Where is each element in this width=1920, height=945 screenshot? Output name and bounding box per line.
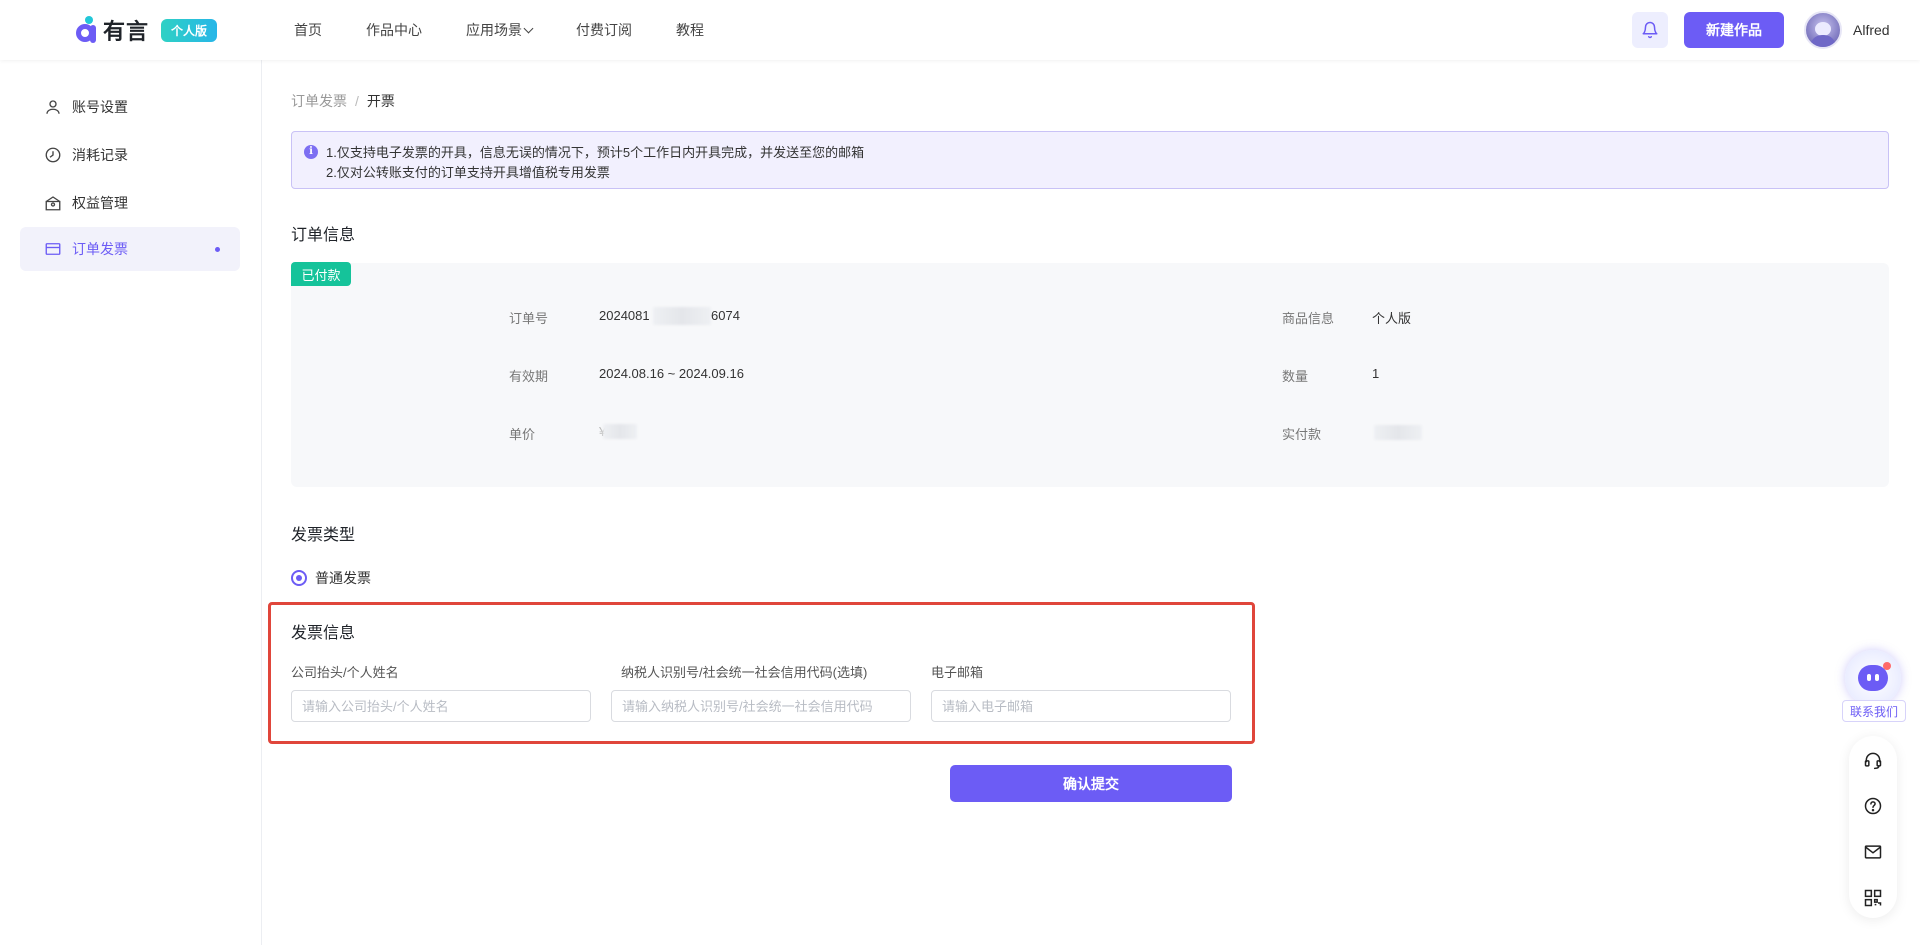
active-indicator <box>215 247 220 252</box>
nav-scenarios-label: 应用场景 <box>466 22 522 38</box>
nav-works[interactable]: 作品中心 <box>366 20 422 40</box>
order-no-prefix: 2024081 <box>599 308 650 323</box>
sidebar-item-label: 消耗记录 <box>72 147 128 163</box>
quantity-label: 数量 <box>1282 369 1309 384</box>
info-icon: i <box>304 145 318 159</box>
nav-tutorial[interactable]: 教程 <box>676 20 704 40</box>
radio-selected-icon[interactable] <box>291 570 307 586</box>
invoice-type-title: 发票类型 <box>291 527 356 544</box>
top-header: 有言 个人版 首页 作品中心 应用场景 付费订阅 教程 新建作品 Alfred <box>0 0 1920 60</box>
quantity-value: 1 <box>1372 366 1380 381</box>
notice-alert: i 1.仅支持电子发票的开具，信息无误的情况下，预计5个工作日内开具完成，并发送… <box>291 131 1889 189</box>
redacted-order-no <box>653 307 711 325</box>
company-input[interactable] <box>291 690 591 722</box>
invoice-type-option[interactable]: 普通发票 <box>291 568 371 588</box>
company-label: 公司抬头/个人姓名 <box>291 665 399 680</box>
nav-home[interactable]: 首页 <box>294 20 322 40</box>
product-value: 个人版 <box>1372 311 1412 326</box>
nav-subscription[interactable]: 付费订阅 <box>576 20 632 40</box>
notification-button[interactable] <box>1632 12 1668 48</box>
logo[interactable]: 有言 个人版 <box>75 14 218 46</box>
sidebar-item-invoices[interactable]: 订单发票 <box>20 227 240 271</box>
notice-line-2: 2.仅对公转账支付的订单支持开具增值税专用发票 <box>326 165 610 180</box>
sidebar-item-label: 账号设置 <box>72 99 128 115</box>
sidebar-item-label: 订单发票 <box>72 241 128 257</box>
nav-scenarios[interactable]: 应用场景 <box>466 20 534 40</box>
sidebar-item-label: 权益管理 <box>72 195 128 211</box>
order-info-card: 订单号 2024081 6074 有效期 2024.08.16 ~ 2024.0… <box>291 263 1889 487</box>
bell-icon <box>1642 21 1658 39</box>
breadcrumb-current: 开票 <box>366 93 395 109</box>
email-label: 电子邮箱 <box>931 665 984 680</box>
status-badge: 已付款 <box>291 262 351 286</box>
validity-value: 2024.08.16 ~ 2024.09.16 <box>599 366 744 381</box>
username[interactable]: Alfred <box>1853 22 1890 38</box>
sidebar-item-account[interactable]: 账号设置 <box>20 85 240 129</box>
qr-code-icon[interactable] <box>1863 888 1883 908</box>
redacted-unit-price <box>603 424 637 439</box>
contact-us-label[interactable]: 联系我们 <box>1842 700 1906 722</box>
order-no-suffix: 6074 <box>711 308 740 323</box>
main-nav: 首页 作品中心 应用场景 付费订阅 教程 <box>294 0 748 60</box>
tool-rail <box>1849 736 1897 918</box>
breadcrumb-parent[interactable]: 订单发票 <box>291 93 347 109</box>
product-label: 商品信息 <box>1282 311 1335 326</box>
breadcrumb: 订单发票 / 开票 <box>291 91 395 111</box>
user-icon <box>44 98 62 116</box>
clock-icon <box>44 146 62 164</box>
tax-id-input[interactable] <box>611 690 911 722</box>
gift-box-icon <box>44 194 62 212</box>
email-input[interactable] <box>931 690 1231 722</box>
tax-id-label: 纳税人识别号/社会统一社会信用代码(选填) <box>621 665 868 680</box>
order-no-label: 订单号 <box>509 311 549 326</box>
logo-text: 有言 <box>103 19 150 44</box>
sidebar-item-benefits[interactable]: 权益管理 <box>20 181 240 225</box>
order-section-title: 订单信息 <box>291 227 356 244</box>
notice-line-1: 1.仅支持电子发票的开具，信息无误的情况下，预计5个工作日内开具完成，并发送至您… <box>326 145 865 160</box>
mail-icon[interactable] <box>1863 842 1883 862</box>
contact-bot-button[interactable] <box>1845 650 1901 706</box>
logo-mark-icon <box>75 15 99 45</box>
redacted-paid-amount <box>1374 425 1422 440</box>
unit-price-label: 单价 <box>509 427 536 442</box>
card-icon <box>44 240 62 258</box>
validity-label: 有效期 <box>509 369 549 384</box>
new-work-button[interactable]: 新建作品 <box>1684 12 1784 48</box>
robot-icon <box>1858 662 1891 691</box>
invoice-type-label: 普通发票 <box>315 570 371 586</box>
plan-badge: 个人版 <box>161 18 218 42</box>
avatar[interactable] <box>1804 11 1842 49</box>
breadcrumb-separator: / <box>355 93 359 109</box>
sidebar: 账号设置 消耗记录 权益管理 订单发票 <box>0 60 262 945</box>
submit-button[interactable]: 确认提交 <box>950 765 1232 802</box>
headset-icon[interactable] <box>1863 750 1883 770</box>
invoice-info-title: 发票信息 <box>291 625 356 642</box>
help-icon[interactable] <box>1863 796 1883 816</box>
chevron-down-icon <box>523 23 534 33</box>
paid-amount-label: 实付款 <box>1282 427 1322 442</box>
sidebar-item-consumption[interactable]: 消耗记录 <box>20 133 240 177</box>
